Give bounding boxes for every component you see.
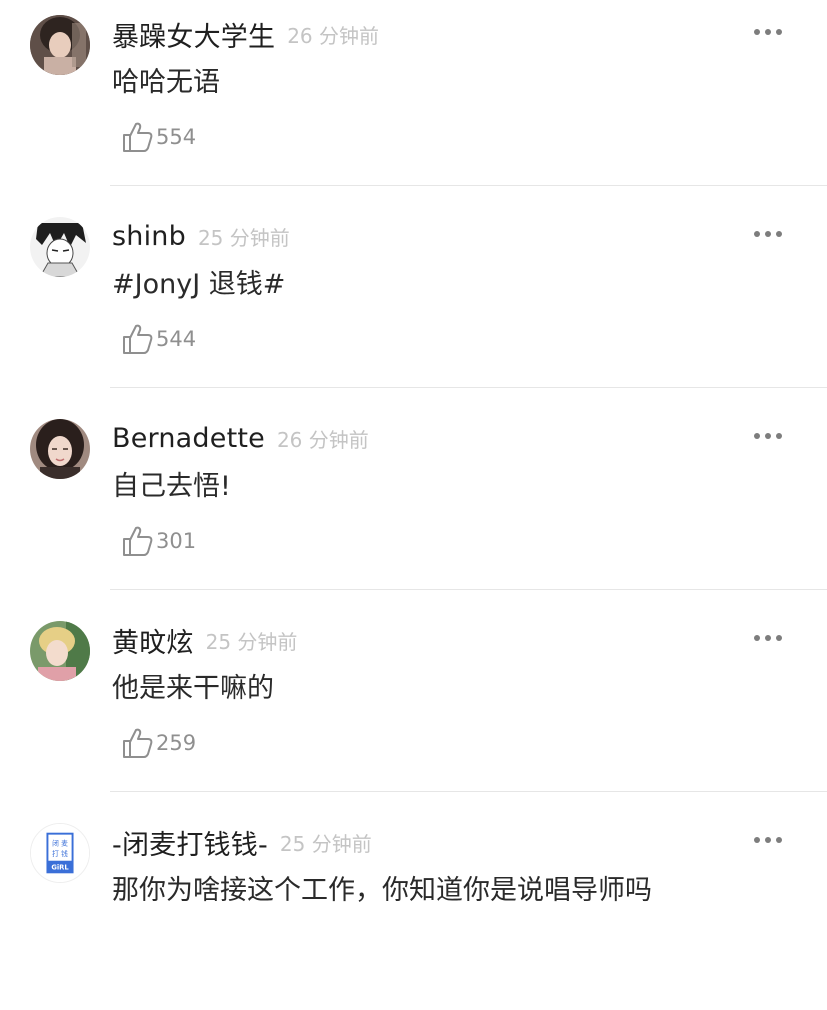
timestamp: 26 分钟前 xyxy=(287,23,380,48)
more-dots-icon xyxy=(754,231,760,237)
divider xyxy=(110,589,827,590)
like-count: 259 xyxy=(156,731,197,755)
more-options-button[interactable] xyxy=(748,18,788,46)
comment-text: 他是来干嘛的 xyxy=(112,673,274,704)
divider xyxy=(110,387,827,388)
svg-text:GiRL: GiRL xyxy=(51,863,69,871)
more-dots-icon xyxy=(754,837,760,843)
thumbs-up-icon xyxy=(123,122,153,152)
like-button[interactable]: 554 xyxy=(120,118,196,156)
more-dots-icon xyxy=(765,837,771,843)
avatar-logo-icon: 闭 麦 打 钱 GiRL xyxy=(31,824,89,882)
avatar-photo-icon xyxy=(30,15,90,75)
more-dots-icon xyxy=(754,29,760,35)
svg-text:闭 麦: 闭 麦 xyxy=(52,838,68,847)
more-dots-icon xyxy=(776,29,782,35)
thumbs-up-icon xyxy=(123,526,153,556)
comment-text: 哈哈无语 xyxy=(112,67,220,98)
more-dots-icon xyxy=(776,635,782,641)
comment-text: 自己去悟! xyxy=(112,471,231,502)
username[interactable]: shinb xyxy=(112,221,186,252)
more-dots-icon xyxy=(765,29,771,35)
more-dots-icon xyxy=(776,231,782,237)
username[interactable]: -闭麦打钱钱- xyxy=(112,823,268,862)
comment-item: 黄旼炫 25 分钟前 他是来干嘛的 259 xyxy=(0,606,827,808)
avatar-anime-icon xyxy=(30,217,90,277)
comment-item: shinb 25 分钟前 #JonyJ 退钱# 544 xyxy=(0,202,827,404)
comment-item: 闭 麦 打 钱 GiRL -闭麦打钱钱- 25 分钟前 那你为啥接这个工作，你知… xyxy=(0,808,827,1010)
user-avatar[interactable] xyxy=(30,15,90,75)
more-options-button[interactable] xyxy=(748,826,788,854)
like-button[interactable]: 301 xyxy=(120,522,196,560)
divider xyxy=(110,791,827,792)
thumbs-up-icon xyxy=(123,324,153,354)
more-dots-icon xyxy=(776,837,782,843)
more-dots-icon xyxy=(776,433,782,439)
timestamp: 25 分钟前 xyxy=(279,831,372,856)
like-count: 301 xyxy=(156,529,197,553)
more-dots-icon xyxy=(754,635,760,641)
like-button[interactable]: 544 xyxy=(120,320,196,358)
comment-text: #JonyJ 退钱# xyxy=(112,269,286,300)
more-dots-icon xyxy=(754,433,760,439)
user-avatar[interactable] xyxy=(30,217,90,277)
username[interactable]: 黄旼炫 xyxy=(112,621,194,660)
username[interactable]: Bernadette xyxy=(112,423,265,454)
like-count: 554 xyxy=(156,125,197,149)
timestamp: 26 分钟前 xyxy=(276,427,369,452)
divider xyxy=(110,185,827,186)
more-dots-icon xyxy=(765,433,771,439)
avatar-photo-icon xyxy=(30,621,90,681)
more-options-button[interactable] xyxy=(748,624,788,652)
user-avatar[interactable] xyxy=(30,621,90,681)
timestamp: 25 分钟前 xyxy=(205,629,298,654)
svg-text:打 钱: 打 钱 xyxy=(52,849,68,858)
more-options-button[interactable] xyxy=(748,220,788,248)
user-avatar[interactable] xyxy=(30,419,90,479)
thumbs-up-icon xyxy=(123,728,153,758)
more-dots-icon xyxy=(765,231,771,237)
username[interactable]: 暴躁女大学生 xyxy=(112,15,275,54)
avatar-photo-icon xyxy=(30,419,90,479)
more-dots-icon xyxy=(765,635,771,641)
more-options-button[interactable] xyxy=(748,422,788,450)
user-avatar[interactable]: 闭 麦 打 钱 GiRL xyxy=(30,823,90,883)
timestamp: 25 分钟前 xyxy=(197,225,290,250)
like-button[interactable]: 259 xyxy=(120,724,196,762)
like-count: 544 xyxy=(156,327,197,351)
comment-text: 那你为啥接这个工作，你知道你是说唱导师吗 xyxy=(112,875,652,906)
comment-item: 暴躁女大学生 26 分钟前 哈哈无语 554 xyxy=(0,0,827,202)
comment-item: Bernadette 26 分钟前 自己去悟! 301 xyxy=(0,404,827,606)
